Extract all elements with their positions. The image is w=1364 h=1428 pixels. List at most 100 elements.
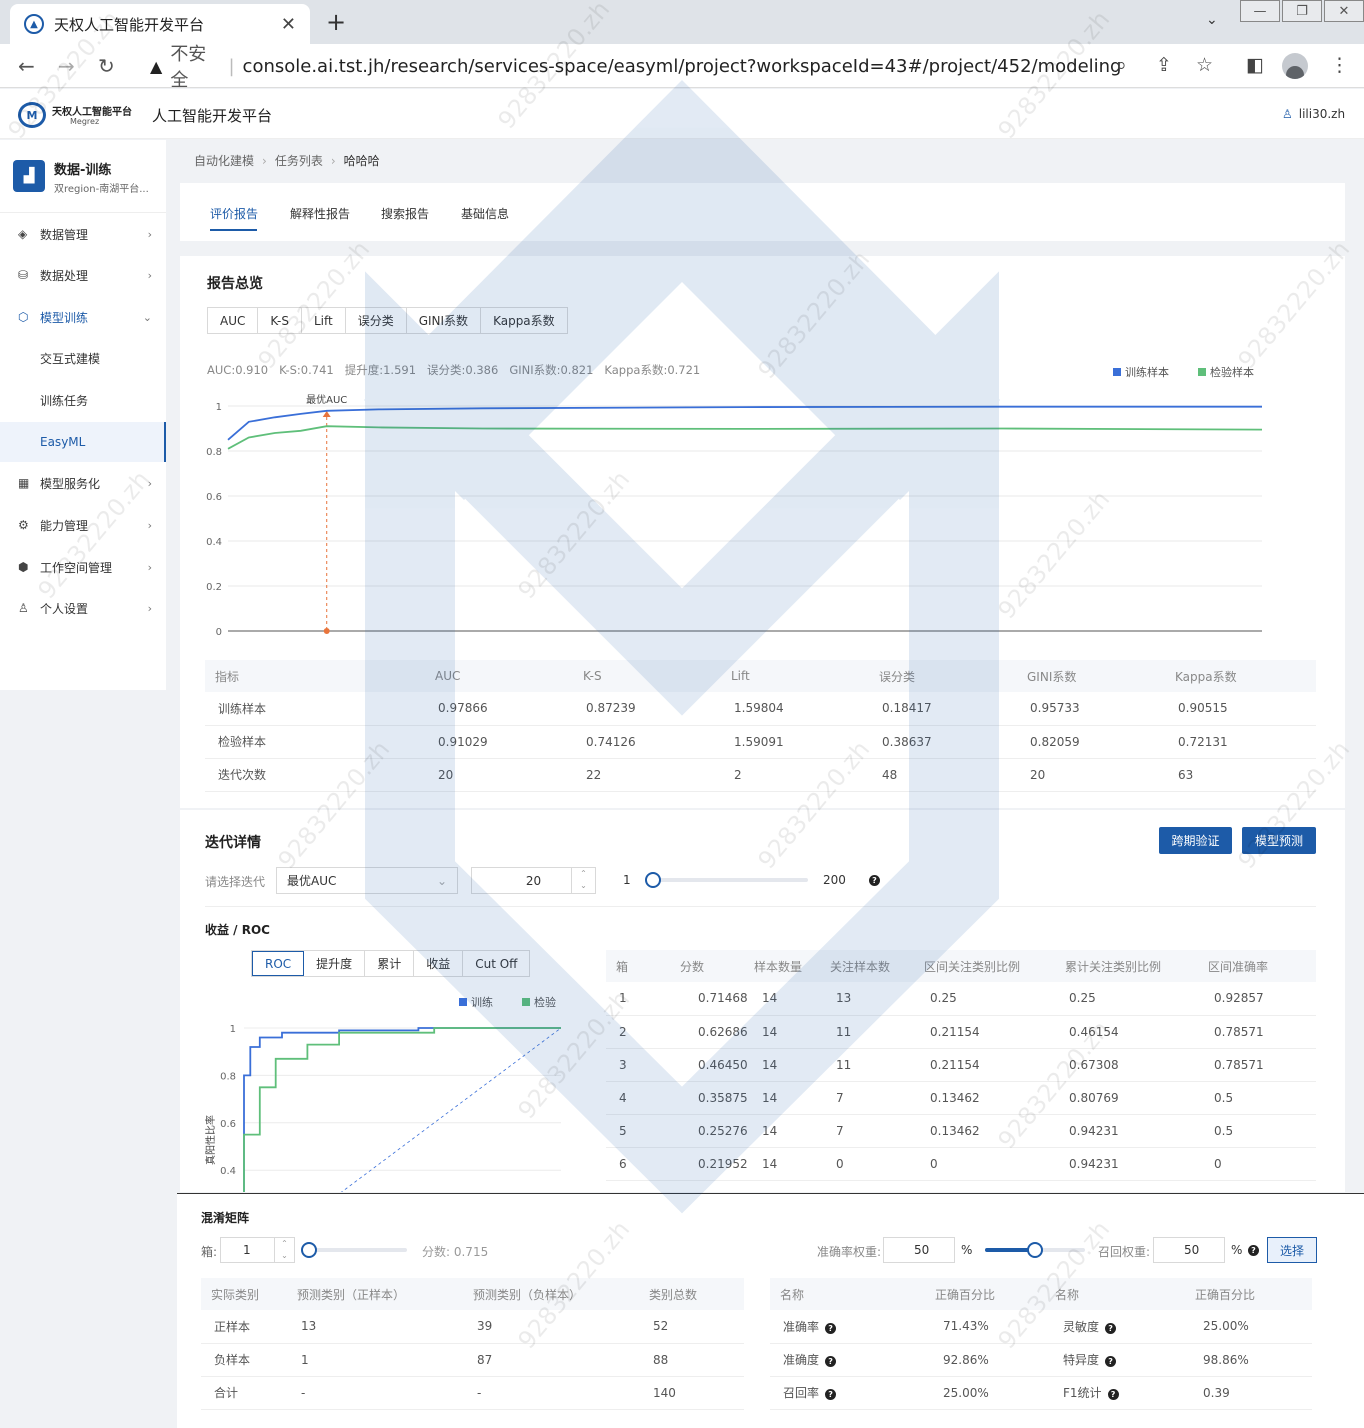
sidebar-item-label: 训练任务 <box>40 393 89 408</box>
table-row: 4 0.35875 14 7 0.13462 0.80769 0.5 <box>606 1081 1316 1115</box>
iteration-number-input[interactable]: 20 ⌃ ⌄ <box>471 867 596 894</box>
zoom-icon[interactable]: ⌕ <box>1116 54 1127 76</box>
bookmark-star-icon[interactable]: ☆ <box>1196 54 1213 76</box>
help-icon[interactable]: ? <box>825 1322 837 1334</box>
app-favicon-icon: ▲ <box>24 14 44 34</box>
precision-weight-input[interactable]: 50 <box>883 1237 955 1263</box>
th-misclass: 误分类 <box>879 660 1027 692</box>
new-tab-icon[interactable]: + <box>326 8 346 36</box>
cross-validate-button[interactable]: 跨期验证 <box>1159 827 1232 854</box>
roc-legend-test[interactable]: 检验 <box>522 994 556 1010</box>
sidebar-item-personal[interactable]: ♙ 个人设置 › <box>0 588 166 628</box>
sidebar-item-training-tasks[interactable]: 训练任务 <box>0 380 166 420</box>
help-icon[interactable]: ? <box>825 1389 837 1400</box>
select-button[interactable]: 选择 <box>1267 1237 1317 1263</box>
box-slider[interactable] <box>307 1248 407 1252</box>
metric-tab-lift[interactable]: Lift <box>302 308 346 333</box>
iteration-slider[interactable] <box>648 878 808 882</box>
model-predict-button[interactable]: 模型预测 <box>1242 827 1316 854</box>
sidebar-item-data-management[interactable]: ◈ 数据管理 › <box>0 214 166 254</box>
chevron-right-icon: › <box>147 601 152 615</box>
subtab-cumulative[interactable]: 累计 <box>365 951 415 976</box>
tab-search-chevron-icon[interactable]: ⌄ <box>1206 12 1218 28</box>
table-cell: 0.39 <box>1195 1376 1312 1410</box>
box-input[interactable]: 1 ⌃ ⌄ <box>220 1237 295 1263</box>
iteration-select-value: 最优AUC <box>287 874 337 888</box>
table-cell: 11 <box>830 1015 924 1049</box>
subtab-cutoff[interactable]: Cut Off <box>463 951 529 976</box>
window-close-icon[interactable]: ✕ <box>1324 0 1364 22</box>
breadcrumb-item[interactable]: 自动化建模 <box>194 154 254 168</box>
metric-tab-auc[interactable]: AUC <box>208 308 259 333</box>
legend-swatch <box>1198 368 1206 376</box>
legend-train[interactable]: 训练样本 <box>1113 364 1169 380</box>
close-tab-icon[interactable]: ✕ <box>281 14 296 35</box>
box-slider-knob[interactable] <box>301 1242 317 1258</box>
iteration-select[interactable]: 最优AUC ⌄ <box>276 867 458 894</box>
series-line <box>227 405 1262 441</box>
sidebar-item-data-processing[interactable]: ⛁ 数据处理 › <box>0 255 166 295</box>
forward-icon[interactable]: → <box>58 54 75 78</box>
recall-weight-input[interactable]: 50 <box>1153 1237 1225 1263</box>
weight-slider-knob[interactable] <box>1027 1242 1043 1258</box>
help-icon[interactable]: ? <box>1248 1245 1259 1256</box>
more-menu-icon[interactable]: ⋮ <box>1330 54 1349 76</box>
sidebar-item-model-serving[interactable]: ▦ 模型服务化 › <box>0 463 166 503</box>
roc-legend-train[interactable]: 训练 <box>459 994 493 1010</box>
chevron-right-icon: › <box>147 560 152 574</box>
cell-text: 召回率 <box>783 1386 820 1400</box>
share-icon[interactable]: ⇪ <box>1156 54 1172 76</box>
metric-tab-gini[interactable]: GINI系数 <box>407 308 482 333</box>
table-row: 检验样本 0.91029 0.74126 1.59091 0.38637 0.82059 0… <box>205 725 1316 759</box>
breadcrumb-item[interactable]: 任务列表 <box>275 154 323 168</box>
table-cell: 0.62686 <box>680 1015 754 1049</box>
reload-icon[interactable]: ↻ <box>98 54 115 78</box>
logo-name: 天权人工智能平台 <box>52 107 132 118</box>
legend-test[interactable]: 检验样本 <box>1198 364 1254 380</box>
url-field[interactable]: ▲ 不安全 | console.ai.tst.jh/research/servi… <box>140 44 1120 91</box>
roc-curve <box>243 1027 561 1192</box>
logo-icon[interactable]: M <box>18 102 46 128</box>
table-cell: 6 <box>606 1147 680 1181</box>
back-icon[interactable]: ← <box>18 54 35 78</box>
tab-evaluation[interactable]: 评价报告 <box>210 205 258 222</box>
iteration-slider-knob[interactable] <box>644 872 661 888</box>
browser-tab[interactable]: ▲ 天权人工智能开发平台 ✕ <box>10 4 310 44</box>
table-cell: 0 <box>830 1147 924 1181</box>
gear-icon: ⚙ <box>18 518 29 532</box>
stepper-icon[interactable]: ⌃ ⌄ <box>571 868 595 893</box>
metric-tab-kappa[interactable]: Kappa系数 <box>481 308 567 333</box>
database-icon: ⛁ <box>18 268 29 282</box>
table-cell: 39 <box>473 1310 649 1344</box>
subtab-roc[interactable]: ROC <box>252 951 305 976</box>
tab-explain[interactable]: 解释性报告 <box>290 205 350 222</box>
sidebar-item-label: 数据处理 <box>40 268 89 283</box>
subtab-gain[interactable]: 收益 <box>414 951 464 976</box>
sidebar-item-interactive-modeling[interactable]: 交互式建模 <box>0 338 166 378</box>
help-icon[interactable]: ? <box>1107 1389 1119 1400</box>
help-icon[interactable]: ? <box>825 1356 837 1367</box>
metric-tab-ks[interactable]: K-S <box>258 308 302 333</box>
subtab-lift[interactable]: 提升度 <box>304 951 366 976</box>
table-cell: 0.92857 <box>1208 982 1316 1016</box>
tab-basic[interactable]: 基础信息 <box>461 205 509 222</box>
tab-search[interactable]: 搜索报告 <box>381 205 429 222</box>
table-row: 3 0.46450 14 11 0.21154 0.67308 0.78571 <box>606 1048 1316 1082</box>
profile-avatar-icon[interactable] <box>1282 53 1308 79</box>
sidepanel-icon[interactable]: ◧ <box>1246 54 1264 76</box>
workspace-name[interactable]: 数据-训练 <box>54 159 111 178</box>
table-cell: 0.5 <box>1208 1081 1316 1115</box>
stepper-icon[interactable]: ⌃ ⌄ <box>274 1238 294 1262</box>
sidebar-item-model-training[interactable]: ⬡ 模型训练 ⌄ <box>0 297 166 337</box>
sidebar-divider <box>0 212 166 213</box>
help-icon[interactable]: ? <box>1105 1356 1117 1367</box>
metric-tab-misclass[interactable]: 误分类 <box>346 308 407 333</box>
restore-icon[interactable]: ❐ <box>1282 0 1322 22</box>
minimize-icon[interactable]: — <box>1240 0 1280 22</box>
sidebar-item-easyml[interactable]: EasyML <box>0 422 166 462</box>
help-icon[interactable]: ? <box>869 875 880 886</box>
user-menu[interactable]: ♙ lili30.zh <box>1282 107 1345 121</box>
help-icon[interactable]: ? <box>1105 1322 1117 1334</box>
sidebar-item-capability[interactable]: ⚙ 能力管理 › <box>0 505 166 545</box>
sidebar-item-workspace[interactable]: ⬢ 工作空间管理 › <box>0 547 166 587</box>
